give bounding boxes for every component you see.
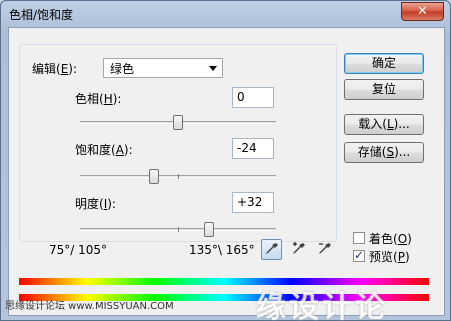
edit-select[interactable]: 绿色 [103, 58, 223, 78]
lightness-center-tick [178, 227, 179, 232]
ok-button[interactable]: 确定 [344, 53, 424, 74]
hue-label: 色相(H): [75, 92, 122, 106]
edit-select-value: 绿色 [110, 62, 135, 76]
hue-input[interactable]: 0 [232, 87, 274, 108]
hue-saturation-dialog: 色相/饱和度 ✕ 编辑(E): 绿色 色相(H): 0 饱和度(A): -24 … [0, 0, 451, 321]
preview-label[interactable]: 预览(P) [369, 248, 410, 265]
dialog-body: 编辑(E): 绿色 色相(H): 0 饱和度(A): -24 明度(I): +3… [8, 27, 445, 316]
range-left-readout: 75°/ 105° [49, 243, 108, 257]
watermark-text: 思缘设计论坛 www.MISSYUAN.COM [5, 301, 174, 312]
watermark-logo: 缘设计论 [256, 290, 388, 321]
saturation-center-tick [178, 174, 179, 179]
preview-checkbox[interactable] [353, 248, 365, 262]
eyedropper-subtract-tool[interactable] [314, 239, 335, 260]
eyedropper-add-tool[interactable] [288, 239, 309, 260]
window-title: 色相/饱和度 [9, 8, 74, 22]
saturation-slider-thumb[interactable] [149, 169, 160, 184]
adjustment-group: 编辑(E): 绿色 色相(H): 0 饱和度(A): -24 明度(I): +3… [19, 44, 337, 242]
chevron-down-icon [209, 66, 217, 71]
eyedropper-minus-icon [319, 243, 331, 254]
title-bar[interactable]: 色相/饱和度 ✕ [1, 1, 450, 27]
load-button[interactable]: 载入(L)... [344, 114, 424, 135]
saturation-label: 饱和度(A): [75, 143, 133, 157]
lightness-label: 明度(I): [75, 197, 116, 211]
saturation-input[interactable]: -24 [232, 138, 274, 159]
eyedropper-plus-icon [293, 242, 305, 254]
reset-button[interactable]: 复位 [344, 79, 424, 100]
save-button[interactable]: 存储(S)... [344, 142, 424, 163]
lightness-slider-thumb[interactable] [204, 222, 215, 237]
eyedropper-tool[interactable] [261, 239, 282, 260]
lightness-input[interactable]: +32 [232, 192, 274, 213]
hue-slider-thumb[interactable] [173, 115, 183, 130]
colorize-label[interactable]: 着色(O) [369, 230, 412, 247]
range-right-readout: 135°\ 165° [189, 243, 255, 257]
edit-label: 编辑(E): [32, 62, 78, 76]
colorize-checkbox[interactable] [353, 232, 365, 244]
close-button[interactable]: ✕ [401, 2, 444, 21]
eyedropper-icon [266, 243, 278, 254]
